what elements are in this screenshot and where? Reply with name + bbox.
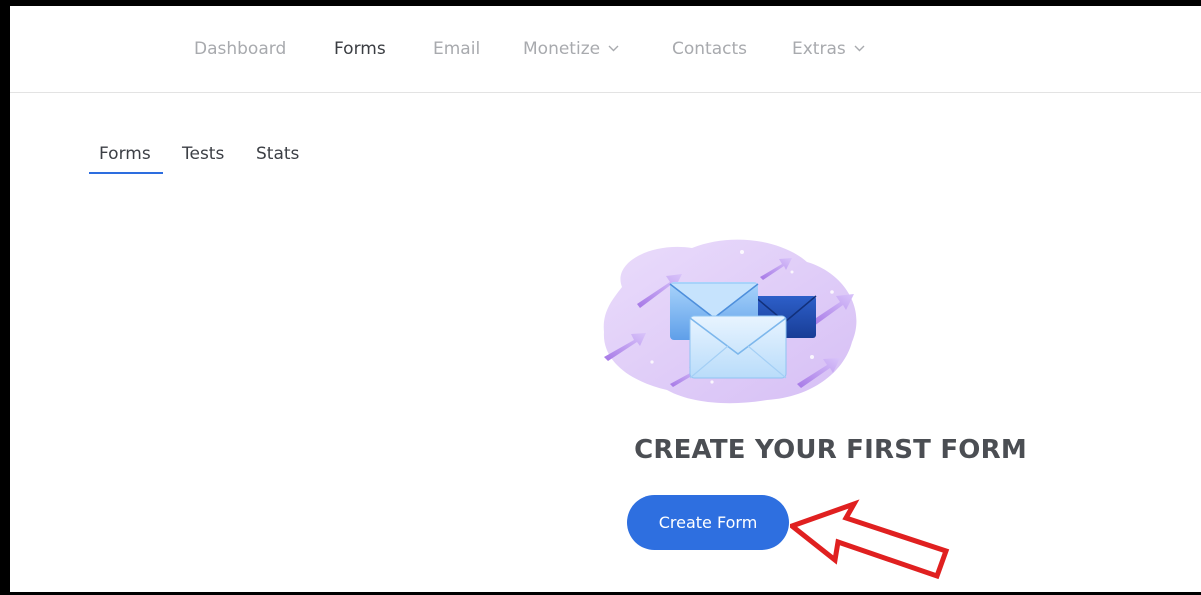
active-tab-indicator — [89, 172, 163, 174]
nav-item-extras-label: Extras — [792, 39, 846, 59]
empty-state-heading-wrap: CREATE YOUR FIRST FORM — [10, 435, 1201, 465]
nav-item-forms[interactable]: Forms — [334, 39, 386, 59]
tab-tests[interactable]: Tests — [182, 144, 224, 164]
chevron-down-icon — [608, 45, 619, 52]
nav-item-monetize[interactable]: Monetize — [523, 39, 619, 59]
tab-stats[interactable]: Stats — [256, 144, 299, 164]
nav-item-monetize-label: Monetize — [523, 39, 601, 59]
create-form-button[interactable]: Create Form — [627, 495, 789, 550]
app-window: Dashboard Forms Email Monetize Contacts … — [0, 0, 1201, 595]
nav-item-extras[interactable]: Extras — [792, 39, 865, 59]
nav-item-email[interactable]: Email — [433, 39, 480, 59]
tab-forms[interactable]: Forms — [99, 144, 151, 164]
chevron-down-icon — [854, 45, 865, 52]
top-navigation: Dashboard Forms Email Monetize Contacts … — [10, 6, 1201, 93]
envelopes-illustration — [603, 239, 857, 404]
nav-item-dashboard[interactable]: Dashboard — [194, 39, 286, 59]
red-pointer-arrow-icon — [790, 499, 950, 580]
nav-item-contacts[interactable]: Contacts — [672, 39, 747, 59]
empty-state-heading: CREATE YOUR FIRST FORM — [634, 435, 1027, 465]
